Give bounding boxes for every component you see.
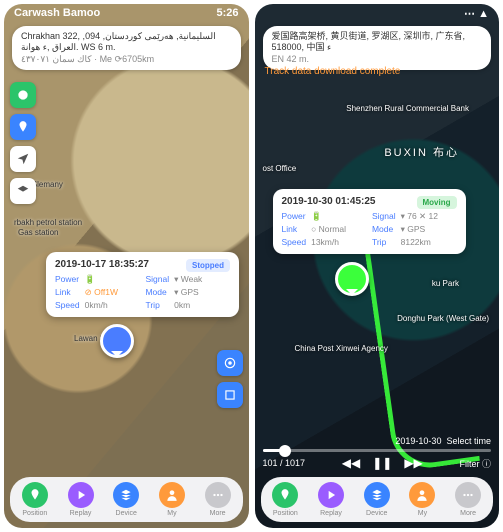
marker-button[interactable]	[10, 114, 36, 140]
tab-position[interactable]: Position	[272, 482, 298, 517]
address-sub: EN 42 m.	[272, 54, 483, 65]
satellite-toggle[interactable]	[10, 82, 36, 108]
vehicle-pin[interactable]	[335, 262, 369, 296]
tab-replay[interactable]: Replay	[68, 482, 94, 517]
filter-button[interactable]: Filter ⓘ	[459, 457, 491, 470]
carrier: Carwash Bamoo	[14, 7, 100, 19]
tab-more[interactable]: More	[455, 482, 481, 517]
phone-left: Carwash Bamoo 5:26 Chrakhan 322, السليما…	[4, 4, 249, 528]
timebar-hint[interactable]: Select time	[446, 436, 491, 446]
address-dist: Me ⟳6705km	[100, 54, 155, 64]
timebar-date: 2019-10-30	[395, 436, 441, 446]
map-label: Shenzhen Rural Commercial Bank	[346, 104, 469, 113]
side-tools	[10, 82, 36, 204]
rewind-button[interactable]: ◀◀	[342, 456, 360, 470]
map-label: BUXIN 布心	[384, 144, 459, 160]
right-tools	[217, 350, 243, 408]
clock: 5:26	[216, 7, 238, 19]
tab-more[interactable]: More	[205, 482, 231, 517]
tab-my[interactable]: My	[159, 482, 185, 517]
phone-right: ⋯ ▲ 爱国路高架桥, 黄贝街道, 罗湖区, 深圳市, 广东省, 518000,…	[255, 4, 500, 528]
download-banner: Track data download complete	[265, 66, 401, 77]
map-label: Gas station	[18, 228, 58, 237]
status-icons: ⋯ ▲	[464, 7, 489, 20]
address-card[interactable]: Chrakhan 322, السليمانية, هەرێمی كوردستا…	[12, 26, 241, 70]
map-label: Donghu Park (West Gate)	[397, 314, 489, 323]
state-badge: Stopped	[186, 259, 230, 272]
locate-button[interactable]	[10, 146, 36, 172]
map-label: rbakh petrol station	[14, 218, 82, 227]
forward-button[interactable]: ▶▶	[404, 456, 422, 470]
info-grid: Power🔋 Signal▾ Weak Link⊘ Off1W Mode▾ GP…	[55, 274, 230, 310]
info-card[interactable]: 2019-10-17 18:35:27 Stopped Power🔋 Signa…	[46, 252, 239, 317]
fit-button[interactable]	[217, 382, 243, 408]
address-tag: كاك سمان ٤٣٧٠٧١	[21, 54, 92, 64]
status-bar: Carwash Bamoo 5:26	[4, 4, 249, 22]
info-grid: Power🔋 Signal▾ 76 ✕ 12 Link○ Normal Mode…	[282, 211, 457, 247]
timestamp: 2019-10-17 18:35:27	[55, 259, 149, 270]
layers-button[interactable]	[10, 178, 36, 204]
address-line: Chrakhan 322, السليمانية, هەرێمی كوردستا…	[21, 31, 232, 54]
timestamp: 2019-10-30 01:45:25	[282, 196, 376, 207]
map-label: ku Park	[432, 279, 459, 288]
tab-replay[interactable]: Replay	[318, 482, 344, 517]
state-badge: Moving	[417, 196, 457, 209]
info-card[interactable]: 2019-10-30 01:45:25 Moving Power🔋 Signal…	[273, 189, 466, 254]
tab-bar: Position Replay Device My More	[261, 477, 494, 522]
map-label: ost Office	[263, 164, 297, 173]
address-line: 爱国路高架桥, 黄贝街道, 罗湖区, 深圳市, 广东省, 518000, 中国 …	[272, 31, 483, 54]
tab-device[interactable]: Device	[113, 482, 139, 517]
frame-count: 101 / 1017	[263, 458, 306, 468]
status-bar: ⋯ ▲	[255, 4, 500, 23]
address-card[interactable]: 爱国路高架桥, 黄贝街道, 罗湖区, 深圳市, 广东省, 518000, 中国 …	[263, 26, 492, 70]
vehicle-pin[interactable]	[100, 324, 134, 358]
tab-bar: Position Replay Device My More	[10, 477, 243, 522]
tab-device[interactable]: Device	[364, 482, 390, 517]
target-button[interactable]	[217, 350, 243, 376]
pause-button[interactable]: ❚❚	[372, 456, 392, 470]
progress-slider[interactable]	[263, 449, 492, 452]
tab-my[interactable]: My	[409, 482, 435, 517]
tab-position[interactable]: Position	[22, 482, 48, 517]
playback-bar: 2019-10-30 Select time 101 / 1017 ◀◀ ❚❚ …	[263, 436, 492, 470]
map-label: China Post Xinwei Agency	[295, 344, 388, 353]
